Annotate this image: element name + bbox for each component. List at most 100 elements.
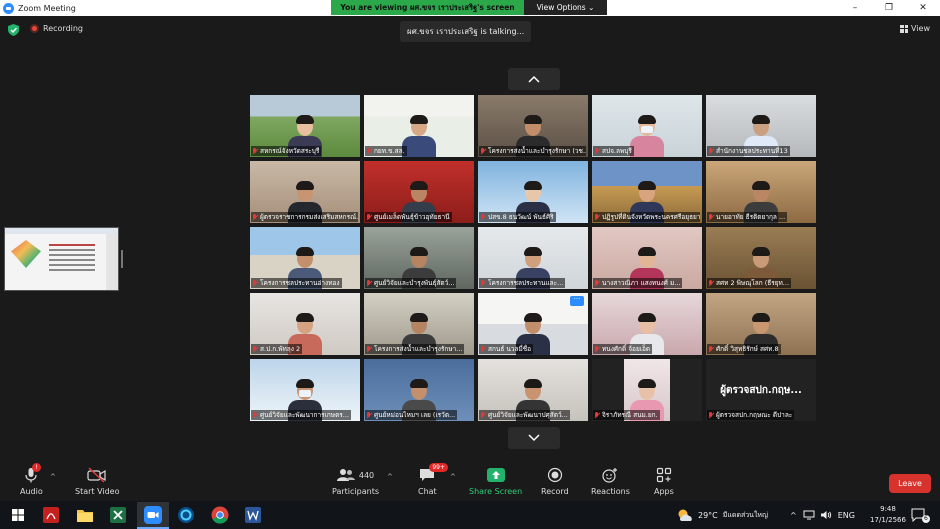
participant-tile[interactable]: ทนงศักดิ์ จ้อยเอ็ด [592,293,702,355]
participant-tile[interactable]: กยท.ข.สล. [364,95,474,157]
recording-label: Recording [43,24,84,33]
muted-mic-icon [252,411,258,419]
participant-name-tag: โครงการส่งน้ำและบำรุงรักษา... [365,344,465,354]
start-video-button[interactable]: Start Video [75,466,120,496]
participant-tile[interactable]: ศูนย์เมล็ดพันธุ์ข้าวอุทัยธานี [364,161,474,223]
recording-indicator[interactable]: Recording [30,24,83,33]
taskbar-acrobat[interactable] [42,506,60,524]
view-options-button[interactable]: View Options ⌄ [524,0,607,15]
taskbar-excel[interactable] [109,506,127,524]
leave-button[interactable]: Leave [889,474,931,493]
muted-mic-icon [708,147,714,155]
reactions-label: Reactions [591,487,630,496]
tray-overflow-chevron-icon[interactable]: ^ [790,511,797,520]
minimize-button[interactable]: – [838,0,872,16]
participants-button[interactable]: 440 Participants [332,466,379,496]
weather-widget[interactable]: 29°C มีแดดส่วนใหญ่ [677,501,768,529]
previous-page-button[interactable] [508,68,560,90]
participant-tile[interactable]: ผู้ตรวจราชการกรมส่งเสริมสหกรณ์... [250,161,360,223]
participant-tile[interactable]: จิราภัทรณี สนม.ยก. [592,359,702,421]
close-button[interactable]: ✕ [906,0,940,16]
muted-mic-icon [708,345,714,353]
participant-tile[interactable]: ศูนย์วิจัยและพัฒนาการเกษตร... [250,359,360,421]
muted-mic-icon [252,213,258,221]
participant-tile[interactable]: โครงการส่งน้ำและบำรุงรักษา... [364,293,474,355]
participant-name: สกนธ์ นวลมี่ชื่อ [488,345,532,353]
apps-button[interactable]: Apps [654,466,674,496]
participant-tile[interactable]: ศูนย์หม่อนไหมฯ เลย (เรวัต... [364,359,474,421]
participant-name: กยท.ข.สล. [374,147,405,155]
input-language[interactable]: ENG [838,511,855,520]
participant-name: นางสาวณิภา แสงทนงศ์ ม... [602,279,681,287]
taskbar-webex[interactable] [177,506,195,524]
participant-name-tag: ผู้ตรวจราชการกรมส่งเสริมสหกรณ์... [251,212,358,222]
participant-tile[interactable]: โครงการชลประทานอ่างทอง [250,227,360,289]
participant-name: ผู้ตรวจสปก.กฤษณะ ดีปาละ [716,411,793,419]
taskbar-chrome[interactable] [211,506,229,524]
muted-mic-icon [366,147,372,155]
participant-tile[interactable]: นางสาวณิภา แสงทนงศ์ ม... [592,227,702,289]
participant-name-tag: สกนธ์ นวลมี่ชื่อ [479,344,534,354]
participant-tile[interactable]: ส.ป.ก.พัทลุง 2 [250,293,360,355]
participants-icon [336,469,355,481]
participant-tile[interactable]: ··· สกนธ์ นวลมี่ชื่อ [478,293,588,355]
participant-name-tag: สำนักงานชลประทานที่13 [707,146,790,156]
taskbar-zoom[interactable] [137,502,169,529]
viewing-screen-label: You are viewing ผศ.ขจร เราประเสริฐ's scr… [331,0,524,15]
thumbnail-resize-handle[interactable] [121,250,123,268]
restore-button[interactable]: ❐ [872,0,906,16]
taskbar-word[interactable] [244,506,262,524]
chat-button[interactable]: 99+ Chat [418,463,449,496]
participant-tile[interactable]: ศูนย์วิจัยและบำรุงพันธุ์สัตว์... [364,227,474,289]
participant-name: สำนักงานชลประทานที่13 [716,147,788,155]
participant-tile[interactable]: โครงการส่งน้ำและบำรุงรักษา (วช... [478,95,588,157]
shared-screen-thumbnail[interactable] [4,227,119,291]
windows-logo-icon [12,509,24,521]
participant-tile[interactable]: สำนักงานชลประทานที่13 [706,95,816,157]
reactions-button[interactable]: Reactions [591,466,630,496]
participant-name-tag: ศูนย์วิจัยและบำรุงพันธุ์สัตว์... [365,278,457,288]
apps-label: Apps [654,487,674,496]
participant-name: สหกรณ์จังหวัดสระบุรี [260,147,320,155]
muted-mic-icon [366,411,372,419]
participant-tile[interactable]: ศูนย์วิจัยและพัฒนาปศุสัตว์... [478,359,588,421]
participant-name-tag: โครงการชลประทานและ... [479,278,566,288]
participant-tile[interactable]: สศท 2 พิษณุโลก (ธีรยุท... [706,227,816,289]
more-options-button[interactable]: ··· [570,296,584,306]
taskbar-clock[interactable]: 9:48 17/1/2566 [870,504,906,526]
security-shield-icon[interactable] [8,24,19,36]
notification-center[interactable]: 6 [911,501,930,529]
volume-icon[interactable] [820,510,832,520]
muted-mic-icon [708,411,714,419]
participant-tile[interactable]: ผู้ตรวจสปก.กฤษ... ผู้ตรวจสปก.กฤษณะ ดีปาละ [706,359,816,421]
participant-tile[interactable]: สปจ.ลพบุรี [592,95,702,157]
participant-tile[interactable]: โครงการชลประทานและ... [478,227,588,289]
share-screen-button[interactable]: Share Screen [469,466,522,496]
next-page-button[interactable] [508,427,560,449]
record-button[interactable]: Record [541,466,569,496]
zoom-meeting-window: Zoom Meeting – ❐ ✕ You are viewing ผศ.ขจ… [0,0,940,529]
participant-name: สศท 2 พิษณุโลก (ธีรยุท... [716,279,790,287]
participant-tile[interactable]: ปฏิรูปที่ดินจังหวัดพระนครศรีอยุธยา [592,161,702,223]
participant-name: ปฏิรูปที่ดินจังหวัดพระนครศรีอยุธยา [602,213,700,221]
chat-options-caret[interactable]: ^ [450,473,456,481]
participant-tile[interactable]: ปสข.8 ธนวัฒน์ พันธ์ศิริ [478,161,588,223]
audio-button[interactable]: ! Audio [20,463,43,496]
participant-name: ศูนย์หม่อนไหมฯ เลย (เรวัต... [374,411,456,419]
participant-tile[interactable]: ศักดิ์ วิสุทธิรักษ์ สศท.8 [706,293,816,355]
network-icon[interactable] [803,510,815,520]
muted-mic-icon [594,411,600,419]
muted-mic-icon [366,279,372,287]
weather-desc: มีแดดส่วนใหญ่ [722,510,768,519]
participant-tile[interactable]: สหกรณ์จังหวัดสระบุรี [250,95,360,157]
audio-options-caret[interactable]: ^ [50,473,56,481]
recording-dot-icon [30,24,39,33]
muted-mic-icon [594,345,600,353]
clock-date: 17/1/2566 [870,516,906,524]
participants-options-caret[interactable]: ^ [387,473,393,481]
participant-tile[interactable]: นายอาทัย ธีรติตยากุล ... [706,161,816,223]
view-button[interactable]: View [900,24,930,33]
muted-mic-icon [708,279,714,287]
taskbar-file-explorer[interactable] [76,506,94,524]
windows-start-button[interactable] [9,506,27,524]
